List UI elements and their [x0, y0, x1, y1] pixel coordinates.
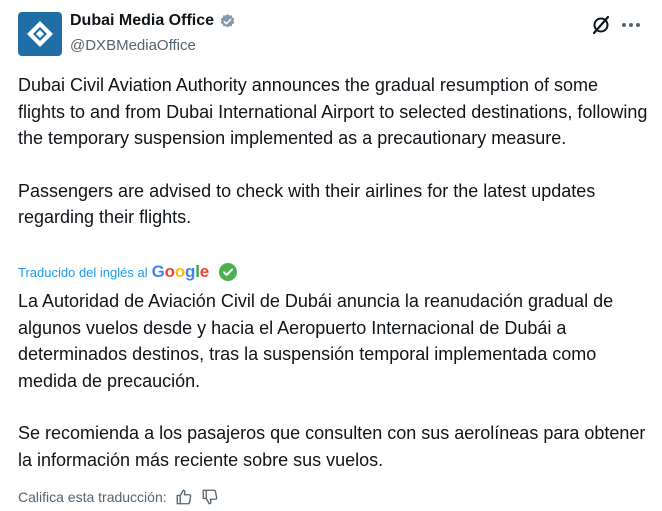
translated-text: La Autoridad de Aviación Civil de Dubái …: [18, 288, 648, 473]
translation-paragraph-1: La Autoridad de Aviación Civil de Dubái …: [18, 291, 614, 391]
google-logo: Google: [151, 262, 210, 281]
author-display-name[interactable]: Dubai Media Office: [70, 12, 214, 30]
rate-translation-row: Califica esta traducción:: [18, 488, 219, 506]
translation-attribution[interactable]: Traducido del inglés al Google: [18, 262, 237, 282]
tweet-paragraph-2: Passengers are advised to check with the…: [18, 180, 596, 228]
more-button[interactable]: [620, 14, 642, 36]
tweet-text: Dubai Civil Aviation Authority announces…: [18, 72, 648, 231]
thumbs-up-icon[interactable]: [175, 488, 193, 506]
avatar[interactable]: [18, 12, 62, 56]
check-circle-icon: [218, 263, 237, 281]
translation-paragraph-2: Se recomienda a los pasajeros que consul…: [18, 423, 646, 470]
tweet-paragraph-1: Dubai Civil Aviation Authority announces…: [18, 75, 648, 148]
more-icon: [622, 23, 640, 27]
translated-from-label[interactable]: Traducido del inglés al: [18, 265, 148, 280]
rate-translation-label: Califica esta traducción:: [18, 489, 167, 505]
dubai-media-office-logo-icon: [27, 21, 53, 47]
grok-button[interactable]: [590, 14, 612, 36]
thumbs-down-icon[interactable]: [201, 488, 219, 506]
author-handle[interactable]: @DXBMediaOffice: [70, 37, 196, 54]
verified-badge-icon: [220, 13, 235, 28]
author-name-row: Dubai Media Office: [70, 12, 236, 30]
grok-icon: [592, 15, 610, 35]
